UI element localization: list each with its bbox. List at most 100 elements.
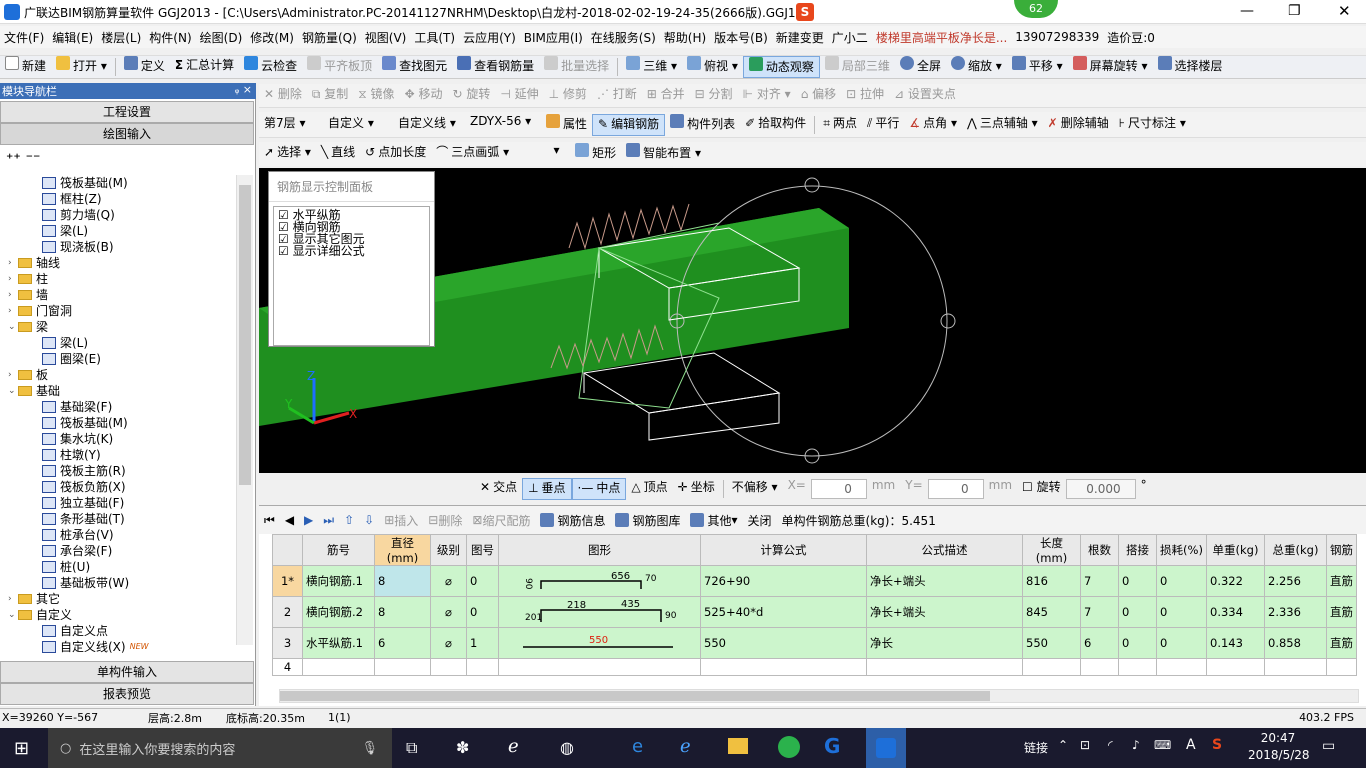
edge-legacy-icon[interactable]: ℯ: [508, 736, 519, 757]
link-toolbar[interactable]: 链接: [1024, 739, 1048, 756]
app-green-icon[interactable]: [778, 736, 800, 758]
tree-item[interactable]: 承台梁(F): [42, 543, 112, 559]
cell-empty[interactable]: [866, 658, 1023, 676]
cell-lap[interactable]: 0: [1118, 627, 1157, 659]
sogou-ime-icon[interactable]: S: [796, 3, 814, 21]
tree-item[interactable]: 筏板负筋(X): [42, 479, 126, 495]
col-length[interactable]: 长度(mm): [1022, 534, 1081, 566]
tree-item[interactable]: 自定义线(X) NEW: [42, 639, 149, 655]
tree-item[interactable]: 基础梁(F): [42, 399, 112, 415]
cloud-check-button[interactable]: 云检查: [239, 56, 302, 78]
cell-empty[interactable]: [1156, 658, 1207, 676]
define-button[interactable]: 定义: [119, 56, 170, 78]
fullscreen-button[interactable]: 全屏: [895, 56, 946, 78]
cell-shape[interactable]: 201 218 435 90: [498, 596, 701, 628]
rebar-library-button[interactable]: 钢筋图库: [610, 509, 685, 531]
menu-help[interactable]: 帮助(H): [660, 29, 710, 46]
tree-item[interactable]: 梁(L): [42, 223, 88, 239]
clock-time[interactable]: 20:47: [1250, 731, 1306, 745]
other-button[interactable]: 其他 ▾: [685, 509, 742, 531]
glodon-g-icon[interactable]: G: [824, 734, 840, 758]
point-length-button[interactable]: ↺ 点加长度: [360, 143, 431, 165]
move-down-button[interactable]: ⇩: [359, 509, 379, 531]
delete-axis-button[interactable]: ✗ 删除辅轴: [1043, 114, 1114, 136]
tab-project-settings[interactable]: 工程设置: [0, 101, 254, 123]
tree-item[interactable]: 剪力墙(Q): [42, 207, 115, 223]
cell-length[interactable]: 845: [1022, 596, 1081, 628]
cell-empty[interactable]: [498, 658, 701, 676]
trim-button[interactable]: ⊥ 修剪: [544, 85, 592, 107]
volume-icon[interactable]: ♪: [1132, 738, 1140, 752]
offset-select[interactable]: 不偏移 ▾: [727, 478, 783, 500]
snap-midpoint[interactable]: ·— 中点: [571, 478, 627, 500]
3d-view-button[interactable]: 三维 ▾: [621, 56, 682, 78]
ime-mode[interactable]: A: [1186, 737, 1196, 753]
tree-item[interactable]: 自定义点: [42, 623, 108, 639]
menu-cloud[interactable]: 云应用(Y): [459, 29, 520, 46]
cell-length[interactable]: 816: [1022, 565, 1081, 597]
point-angle-button[interactable]: ∡ 点角 ▾: [904, 114, 962, 136]
menu-edit[interactable]: 编辑(E): [48, 29, 97, 46]
tree-folder[interactable]: › 板: [8, 367, 48, 383]
move-up-button[interactable]: ⇧: [339, 509, 359, 531]
expand-collapse-all[interactable]: ⁺⁺ ⁻⁻: [6, 151, 40, 167]
table-row[interactable]: 2 横向钢筋.2 8 ⌀ 0 201 218 435 90 525+40*d 净…: [272, 596, 1357, 628]
cell-loss[interactable]: 0: [1156, 565, 1207, 597]
three-point-arc-button[interactable]: ⌒ 三点画弧 ▾: [431, 143, 514, 165]
expand-chevron-icon[interactable]: ›: [8, 367, 18, 383]
cell-rebar-type[interactable]: 直筋: [1326, 565, 1357, 597]
cell-empty[interactable]: [1326, 658, 1357, 676]
split-button[interactable]: ⊟ 分割: [690, 85, 738, 107]
properties-button[interactable]: 属性: [541, 113, 592, 136]
new-button[interactable]: 新建: [0, 56, 51, 78]
col-diameter[interactable]: 直径(mm): [374, 534, 431, 566]
cell-unit-weight[interactable]: 0.322: [1206, 565, 1265, 597]
menu-draw[interactable]: 绘图(D): [196, 29, 247, 46]
cell-empty[interactable]: [374, 658, 431, 676]
keyboard-icon[interactable]: ⌨: [1154, 738, 1171, 752]
cell-total-weight[interactable]: 0.858: [1264, 627, 1327, 659]
merge-button[interactable]: ⊞ 合并: [642, 85, 690, 107]
nav-prev-button[interactable]: ◀: [280, 509, 299, 531]
delete-row-button[interactable]: ⊟ 删除: [423, 509, 467, 531]
align-button[interactable]: ⊩ 对齐 ▾: [738, 85, 796, 107]
cell-total-weight[interactable]: 2.256: [1264, 565, 1327, 597]
cell-empty[interactable]: [1080, 658, 1119, 676]
tree-item[interactable]: 柱墩(Y): [42, 447, 101, 463]
expand-chevron-icon[interactable]: ›: [8, 591, 18, 607]
cell-loss[interactable]: 0: [1156, 627, 1207, 659]
col-fig-no[interactable]: 图号: [466, 534, 499, 566]
cell-formula[interactable]: 550: [700, 627, 867, 659]
cell-bar-no[interactable]: 横向钢筋.1: [302, 565, 375, 597]
menu-floor[interactable]: 楼层(L): [97, 29, 145, 46]
orbit-handle-top[interactable]: [804, 177, 820, 193]
tree-item[interactable]: 筏板主筋(R): [42, 463, 126, 479]
table-hscrollbar[interactable]: [279, 689, 1359, 703]
snap-perpendicular[interactable]: ⊥ 垂点: [522, 478, 572, 500]
arc-option-select[interactable]: ▾: [514, 143, 570, 165]
active-app-highlight[interactable]: [866, 728, 906, 768]
snap-coordinate[interactable]: ✛ 坐标: [673, 478, 720, 500]
hscroll-thumb[interactable]: [280, 691, 990, 701]
cell-grade[interactable]: ⌀: [430, 565, 467, 597]
network-icon[interactable]: ⊡: [1080, 738, 1090, 752]
dimension-button[interactable]: ⊦ 尺寸标注 ▾: [1114, 114, 1191, 136]
cell-formula[interactable]: 525+40*d: [700, 596, 867, 628]
pan-button[interactable]: 平移 ▾: [1007, 56, 1068, 78]
expand-chevron-icon[interactable]: ›: [8, 255, 18, 271]
cell-fig-no[interactable]: 1: [466, 627, 499, 659]
rotate-checkbox[interactable]: ☐ 旋转: [1017, 478, 1066, 500]
pinwheel-app-icon[interactable]: ✽: [456, 738, 469, 757]
col-rebar-type[interactable]: 钢筋: [1326, 534, 1357, 566]
rotate-button[interactable]: ↻ 旋转: [447, 85, 495, 107]
tree-item[interactable]: 桩(U): [42, 559, 90, 575]
cell-formula-desc[interactable]: 净长+端头: [866, 565, 1023, 597]
cell-empty[interactable]: [302, 658, 375, 676]
menu-view[interactable]: 视图(V): [361, 29, 411, 46]
maximize-button[interactable]: ❐: [1288, 3, 1301, 19]
checkbox-show-formula[interactable]: ☑ 显示详细公式: [278, 245, 425, 257]
tree-item[interactable]: 独立基础(F): [42, 495, 124, 511]
rebar-info-button[interactable]: 钢筋信息: [535, 509, 610, 531]
col-loss[interactable]: 损耗(%): [1156, 534, 1207, 566]
code-select[interactable]: ZDYX-56 ▾: [465, 114, 541, 136]
